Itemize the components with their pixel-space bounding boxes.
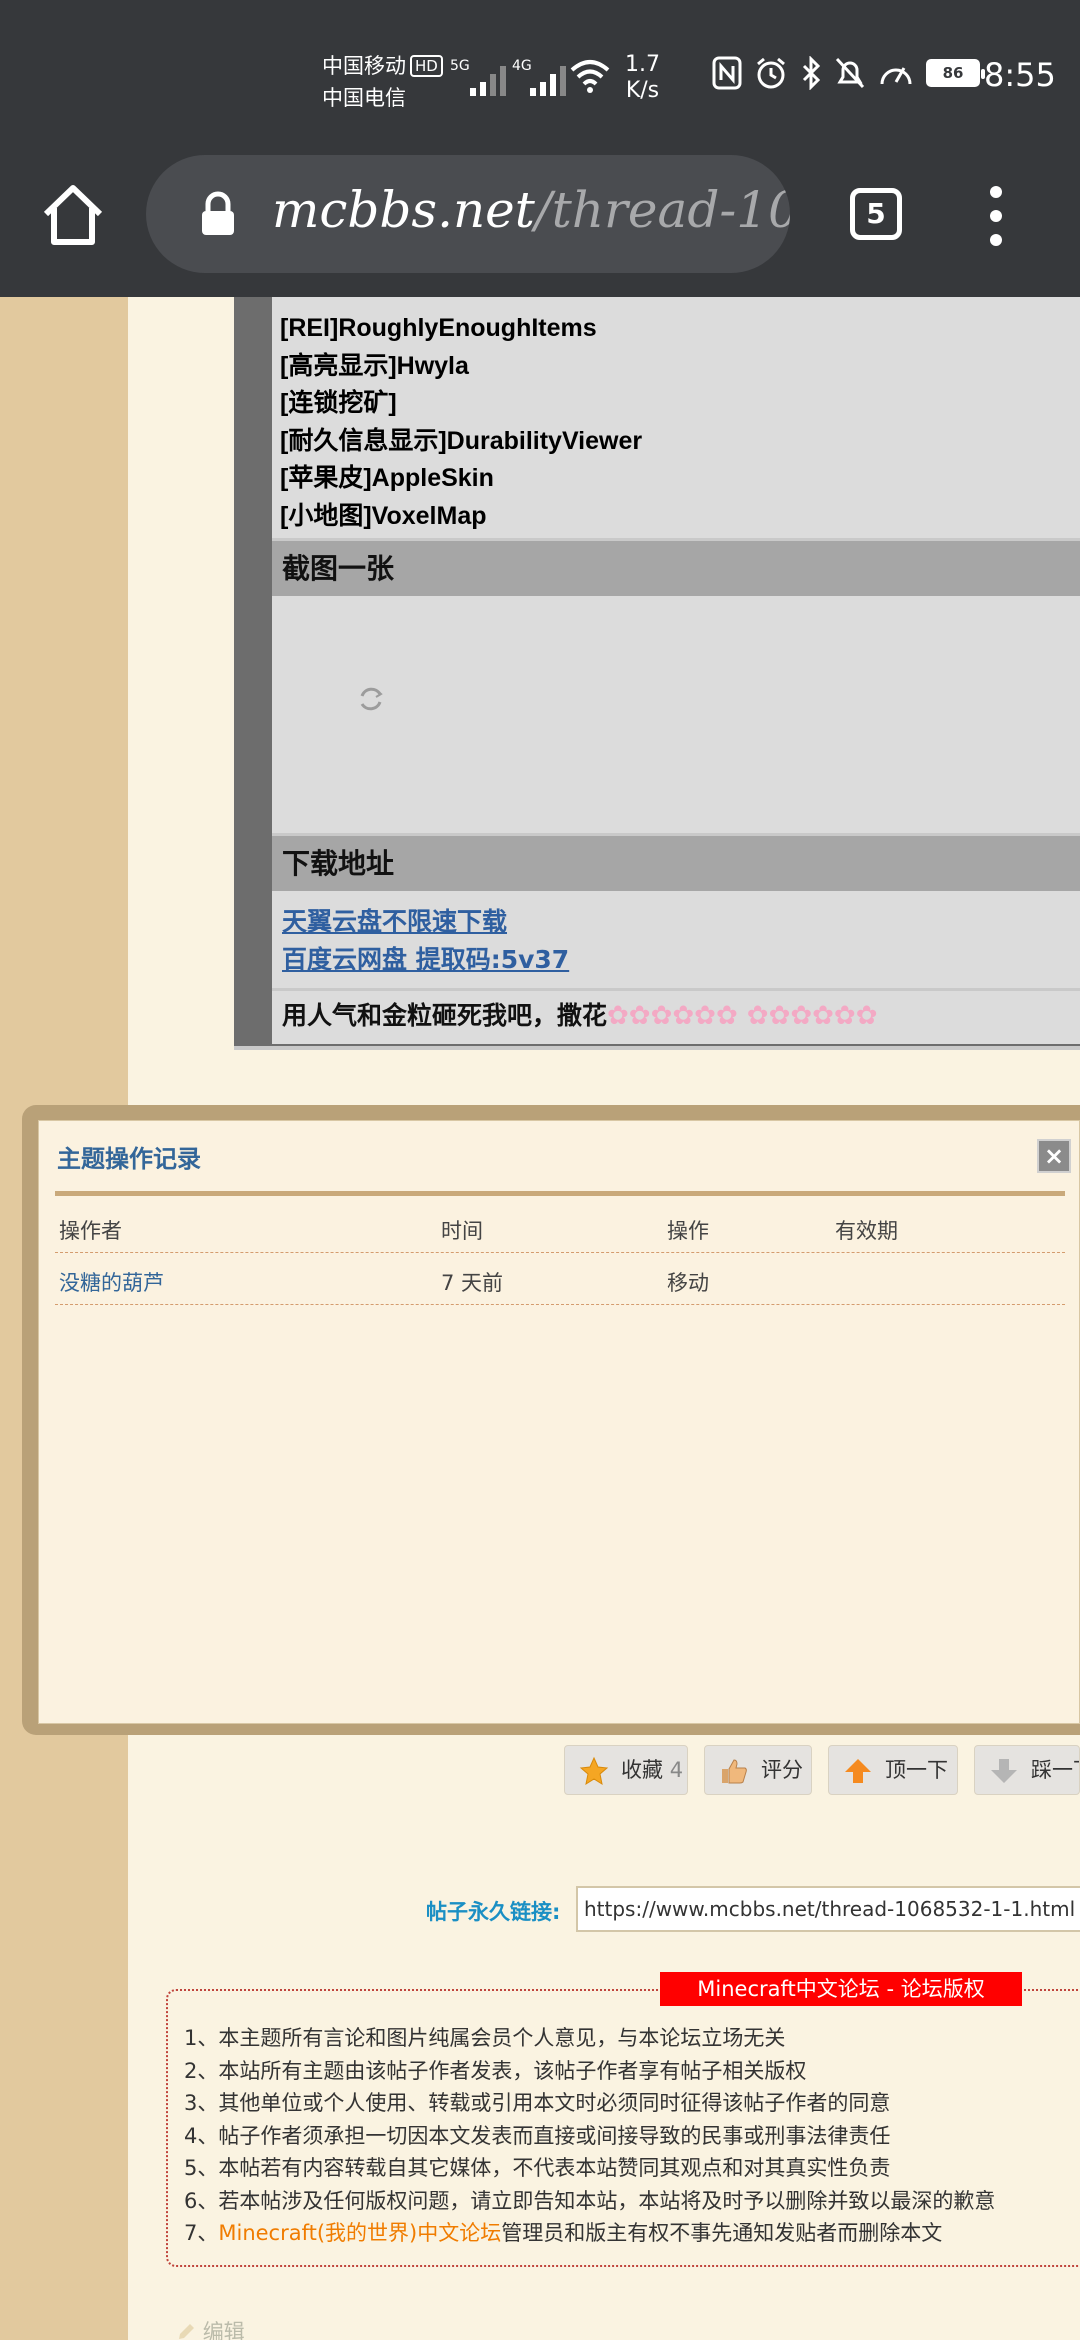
downvote-button[interactable]: 踩一下	[974, 1745, 1080, 1795]
loading-spinner-icon	[360, 687, 383, 711]
signature-text: 用人气和金粒砸死我吧，撒花✿✿✿✿✿✿ ✿✿✿✿✿✿	[282, 996, 878, 1032]
permalink-input[interactable]: https://www.mcbbs.net/thread-1068532-1-1…	[576, 1886, 1080, 1932]
mod-item: [小地图]VoxelMap	[280, 501, 487, 530]
signal-4g-label: 4G	[512, 58, 532, 74]
table-row: 没糖的葫芦 7 天前 移动	[55, 1253, 1065, 1305]
lock-icon	[202, 191, 234, 235]
mod-item: [耐久信息显示]DurabilityViewer	[280, 426, 643, 455]
pencil-icon	[179, 2324, 194, 2339]
signal-bars-2-icon	[530, 60, 566, 96]
dialog-divider	[55, 1191, 1065, 1196]
copyright-line: 6、若本帖涉及任何版权问题，请立即告知本站，本站将及时予以删除并致以最深的歉意	[184, 2188, 996, 2213]
column-header-action: 操作	[667, 1219, 709, 1243]
upvote-button[interactable]: 顶一下	[828, 1745, 958, 1795]
battery-icon: 86	[926, 59, 985, 87]
clock: 8:55	[984, 56, 1056, 94]
upvote-label: 顶一下	[885, 1758, 948, 1782]
table-header-row: 操作者 时间 操作 有效期	[55, 1201, 1065, 1253]
mod-item: [苹果皮]AppleSkin	[280, 464, 494, 492]
hd-badge: HD	[410, 55, 443, 77]
signature-message: 用人气和金粒砸死我吧，撒花	[282, 1001, 608, 1030]
screenshot-section-heading: 截图一张	[272, 538, 1080, 596]
screenshot-image-placeholder	[272, 599, 1080, 829]
bluetooth-icon	[802, 56, 821, 90]
operation-action: 移动	[667, 1271, 709, 1295]
column-header-validity: 有效期	[835, 1219, 898, 1243]
mod-item: [高亮显示]Hwyla	[280, 351, 469, 380]
copyright-tag: Minecraft中文论坛 - 论坛版权	[660, 1972, 1022, 2006]
overflow-menu-icon[interactable]	[986, 186, 1006, 246]
url-bar[interactable]: mcbbs.net/thread-10	[146, 155, 790, 273]
favorite-label: 收藏	[621, 1758, 663, 1782]
favorite-count: 4	[669, 1758, 684, 1782]
status-icons: 86	[712, 56, 985, 90]
flower-emoji-row: ✿✿✿✿✿✿ ✿✿✿✿✿✿	[607, 1001, 878, 1031]
mod-list: [REI]RoughlyEnoughItems [高亮显示]Hwyla [连锁挖…	[280, 297, 1070, 535]
carrier-info: 中国移动 HD 中国电信	[322, 50, 443, 114]
copyright-lines: 1、本主题所有言论和图片纯属会员个人意见，与本论坛立场无关 2、本站所有主题由该…	[184, 2022, 995, 2250]
copyright-line: 3、其他单位或个人使用、转载或引用本文时必须同时征得该帖子作者的同意	[184, 2091, 891, 2115]
dialog-title: 主题操作记录	[57, 1145, 201, 1173]
rate-label: 评分	[761, 1758, 803, 1782]
arrow-down-icon	[991, 1759, 1017, 1783]
column-header-operator: 操作者	[59, 1219, 122, 1243]
network-speed: 1.7 K/s	[625, 52, 660, 104]
favorite-button[interactable]: 收藏 4	[564, 1745, 688, 1795]
url-text: mcbbs.net/thread-10	[272, 181, 790, 239]
arrow-up-icon	[845, 1759, 871, 1783]
operator-link[interactable]: 没糖的葫芦	[59, 1267, 164, 1297]
edit-button[interactable]: 编辑	[176, 2316, 245, 2340]
browser-top-bar: 中国移动 HD 中国电信 5G 4G 1.7 K/s 86 8:55 mcbbs…	[0, 0, 1080, 297]
nfc-icon	[712, 56, 742, 90]
thread-operation-log-dialog: 主题操作记录 × 操作者 时间 操作 有效期 没糖的葫芦 7 天前 移动	[38, 1120, 1080, 1724]
downvote-label: 踩一下	[1031, 1758, 1079, 1782]
operation-time: 7 天前	[441, 1271, 504, 1295]
url-host: mcbbs.net	[272, 181, 535, 239]
tianyi-cloud-download-link[interactable]: 天翼云盘不限速下载	[282, 902, 507, 938]
alarm-icon	[757, 57, 785, 89]
copyright-line: 1、本主题所有言论和图片纯属会员个人意见，与本论坛立场无关	[184, 2026, 786, 2050]
speed-value: 1.7	[625, 52, 660, 77]
line7-suffix: 管理员和版主有权不事先通知发贴者而删除本文	[501, 2221, 943, 2245]
url-path: /thread-10	[534, 181, 790, 239]
mute-bell-icon	[835, 57, 865, 89]
download-section-heading: 下载地址	[272, 833, 1080, 891]
forum-link[interactable]: Minecraft(我的世界)中文论坛	[218, 2221, 501, 2245]
signal-bars-1-icon	[470, 60, 506, 96]
speed-gauge-icon	[880, 67, 912, 85]
copyright-line: 7、Minecraft(我的世界)中文论坛管理员和版主有权不事先通知发贴者而删除…	[184, 2217, 995, 2250]
star-icon	[579, 1756, 609, 1786]
mod-item: [连锁挖矿]	[280, 389, 397, 417]
copyright-line: 2、本站所有主题由该帖子作者发表，该帖子作者享有帖子相关版权	[184, 2058, 807, 2083]
edit-label: 编辑	[202, 2320, 245, 2340]
rate-button[interactable]: 评分	[704, 1745, 812, 1795]
carrier-1: 中国移动	[322, 54, 406, 78]
baidu-cloud-download-link[interactable]: 百度云网盘 提取码:5v37	[282, 940, 569, 976]
home-icon[interactable]	[38, 180, 108, 250]
copyright-line: 4、帖子作者须承担一切因本文发表而直接或间接导致的民事或刑事法律责任	[184, 2123, 891, 2148]
line7-prefix: 7、	[184, 2221, 219, 2245]
operation-log-table: 操作者 时间 操作 有效期 没糖的葫芦 7 天前 移动	[55, 1201, 1065, 1305]
speed-unit: K/s	[625, 78, 660, 103]
column-header-time: 时间	[441, 1219, 483, 1243]
wifi-icon	[570, 60, 610, 93]
close-button[interactable]: ×	[1037, 1139, 1071, 1173]
mod-item: [REI]RoughlyEnoughItems	[280, 314, 597, 342]
copyright-line: 5、本帖若有内容转载自其它媒体，不代表本站赞同其观点和对其真实性负责	[184, 2156, 891, 2180]
thumbs-up-icon	[722, 1759, 747, 1784]
carrier-2: 中国电信	[322, 86, 406, 110]
permalink-label: 帖子永久链接:	[426, 1900, 561, 1924]
status-bar: 中国移动 HD 中国电信 5G 4G 1.7 K/s 86 8:55	[0, 44, 1080, 114]
signal-5g-label: 5G	[450, 58, 470, 74]
tab-switcher-button[interactable]: 5	[850, 188, 902, 240]
